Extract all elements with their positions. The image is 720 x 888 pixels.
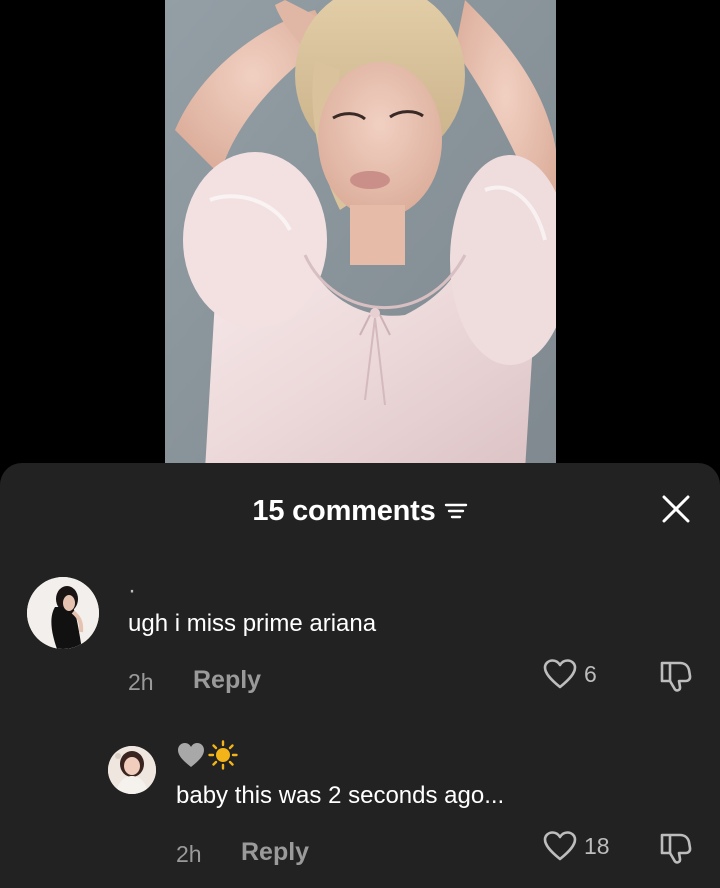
like-button[interactable]: 6 [542, 658, 597, 690]
comment-text: ugh i miss prime ariana [128, 610, 377, 637]
like-count: 18 [584, 832, 610, 859]
thumbs-down-icon [660, 661, 692, 692]
avatar[interactable] [27, 577, 99, 649]
reply-button[interactable]: Reply [193, 666, 261, 695]
comment-item: · ugh i miss prime ariana 2h Reply 6 [0, 577, 720, 697]
avatar[interactable] [108, 746, 156, 794]
comments-header: 15 comments [0, 491, 720, 531]
comments-title: 15 comments [252, 494, 436, 527]
heart-outline-icon [543, 831, 577, 861]
dislike-button[interactable] [658, 657, 694, 693]
gray-heart-icon [178, 743, 204, 767]
like-button[interactable]: 18 [542, 830, 610, 862]
comment-text: baby this was 2 seconds ago... [176, 782, 505, 809]
comment-timestamp: 2h [176, 841, 202, 867]
close-button[interactable] [660, 493, 692, 525]
comment-username[interactable]: · [128, 577, 136, 605]
dislike-button[interactable] [658, 829, 694, 865]
comment-reply-item: baby this was 2 seconds ago... 2h Reply … [0, 740, 720, 882]
filter-icon[interactable] [444, 501, 468, 521]
comment-username[interactable] [176, 740, 238, 770]
screen: 15 comments · ugh i miss prime ariana 2h… [0, 0, 720, 888]
like-count: 6 [584, 660, 597, 687]
reply-button[interactable]: Reply [241, 838, 309, 867]
comment-timestamp: 2h [128, 669, 154, 695]
close-icon [662, 495, 690, 523]
heart-outline-icon [543, 659, 577, 689]
video-photo [165, 0, 556, 470]
video-player[interactable] [0, 0, 720, 470]
thumbs-down-icon [660, 833, 692, 864]
sun-icon [208, 740, 238, 770]
